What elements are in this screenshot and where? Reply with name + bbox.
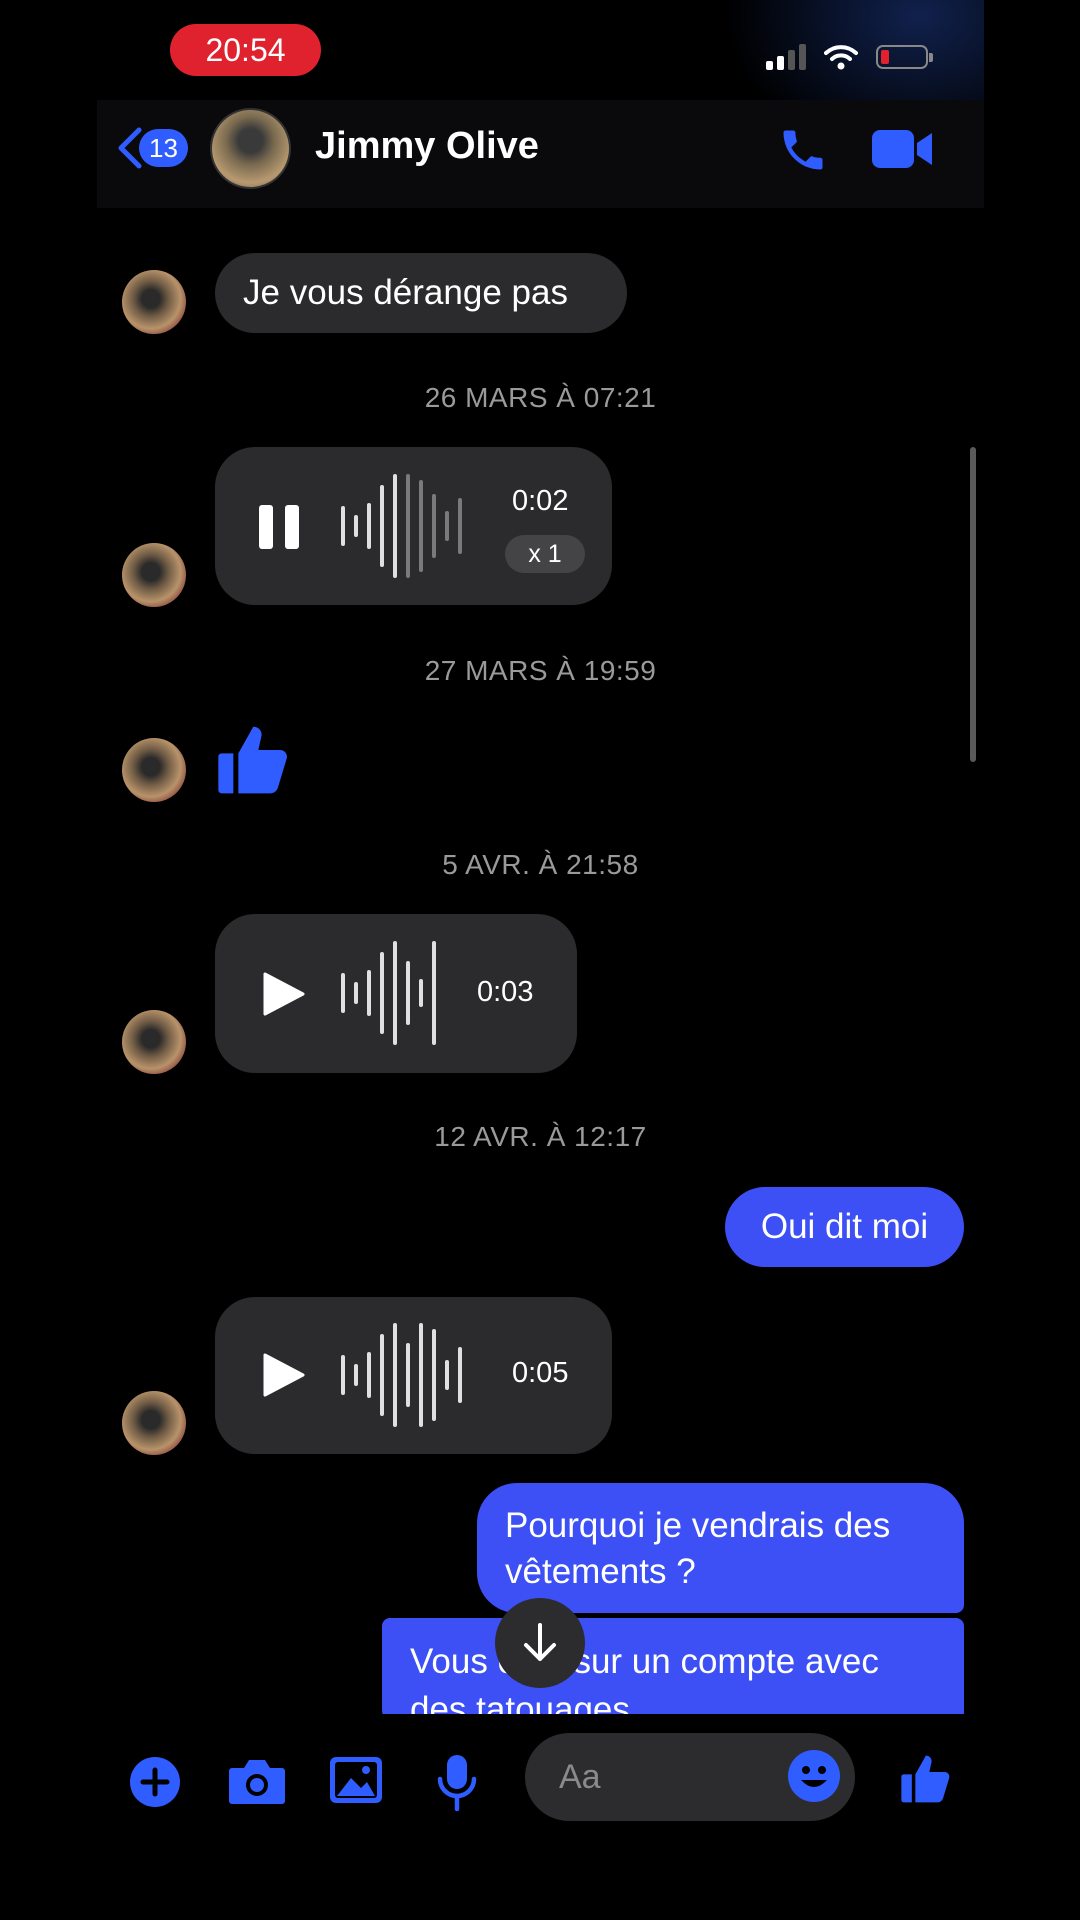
audio-waveform (341, 941, 436, 1045)
phone-call-icon[interactable] (777, 124, 829, 176)
arrow-down-icon (524, 1623, 556, 1661)
audio-waveform (341, 474, 462, 578)
gallery-icon[interactable] (329, 1756, 383, 1804)
timestamp: 12 AVR. À 12:17 (434, 1121, 647, 1152)
voice-message[interactable]: 0:05 (215, 1297, 612, 1454)
message-composer: Aa (97, 1715, 984, 1920)
sender-avatar[interactable] (122, 1010, 186, 1074)
video-call-icon[interactable] (872, 128, 934, 170)
microphone-icon[interactable] (437, 1753, 477, 1813)
unread-count-badge: 13 (139, 129, 188, 167)
sender-avatar[interactable] (122, 543, 186, 607)
pause-icon[interactable] (259, 505, 299, 549)
voice-duration: 0:02 (512, 485, 569, 517)
conversation-header: 13 Jimmy Olive (97, 100, 984, 208)
sender-avatar[interactable] (122, 270, 186, 334)
thumbs-up-send-icon[interactable] (899, 1749, 955, 1809)
contact-avatar[interactable] (210, 108, 291, 189)
scroll-to-bottom-button[interactable] (495, 1598, 585, 1688)
voice-message[interactable]: 0:03 (215, 914, 577, 1073)
status-icons (766, 40, 933, 74)
back-button[interactable]: 13 (115, 126, 188, 170)
sender-avatar[interactable] (122, 738, 186, 802)
wifi-icon (824, 45, 858, 70)
play-icon[interactable] (263, 1353, 305, 1397)
contact-name[interactable]: Jimmy Olive (315, 125, 539, 168)
voice-duration: 0:05 (512, 1357, 569, 1389)
messenger-conversation: 20:54 13 Jimmy Olive Je vous dérange pas… (97, 0, 984, 1920)
cellular-signal-icon (766, 44, 806, 70)
status-time: 20:54 (170, 24, 321, 76)
outgoing-message[interactable]: Pourquoi je vendrais des vêtements ? (477, 1483, 964, 1613)
camera-icon[interactable] (228, 1756, 286, 1806)
emoji-icon[interactable] (787, 1749, 841, 1803)
thumbs-up-icon (218, 726, 287, 794)
message-input[interactable]: Aa (525, 1733, 855, 1821)
message-input-placeholder: Aa (559, 1758, 601, 1796)
timestamp: 5 AVR. À 21:58 (442, 849, 639, 880)
outgoing-message[interactable]: Oui dit moi (725, 1187, 964, 1267)
audio-waveform (341, 1323, 462, 1427)
scrollbar[interactable] (970, 447, 976, 762)
incoming-message[interactable]: Je vous dérange pas (215, 253, 627, 333)
timestamp: 26 MARS À 07:21 (424, 382, 657, 413)
play-icon[interactable] (263, 972, 305, 1016)
sender-avatar[interactable] (122, 1391, 186, 1455)
voice-message[interactable]: 0:02 x 1 (215, 447, 612, 605)
plus-icon[interactable] (129, 1756, 181, 1808)
timestamp: 27 MARS À 19:59 (424, 655, 657, 686)
outgoing-message[interactable]: Vous êtes sur un compte avec des tatouag… (382, 1618, 964, 1714)
playback-speed-button[interactable]: x 1 (505, 535, 585, 573)
voice-duration: 0:03 (477, 976, 534, 1008)
battery-icon (876, 45, 933, 69)
